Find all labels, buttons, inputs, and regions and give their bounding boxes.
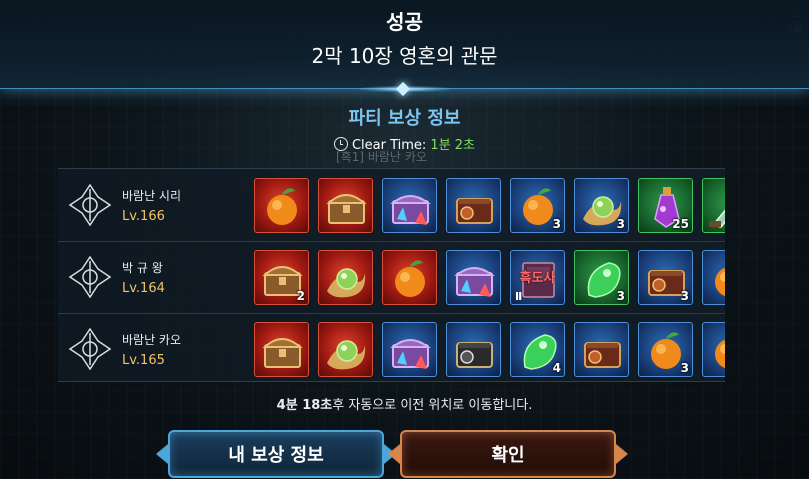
reward-item-slot[interactable]: 4 [510, 322, 565, 377]
button-left-ornament-icon [156, 444, 168, 464]
reward-item-slot[interactable] [574, 322, 629, 377]
treasure-chest-icon [262, 338, 303, 368]
auto-return-message: 4분 18초후 자동으로 이전 위치로 이동합니다. [0, 394, 809, 413]
reward-item-slot[interactable] [702, 250, 725, 305]
reward-item-slot[interactable] [318, 178, 373, 233]
reward-item-slot[interactable]: 2 [254, 250, 309, 305]
player-level: Lv.165 [122, 353, 165, 368]
reward-item-slot[interactable] [254, 178, 309, 233]
result-header: 성공 2막 10장 영혼의 관문 [0, 0, 809, 97]
class-emblem-icon [68, 183, 112, 227]
crystal-chest-icon [454, 267, 495, 297]
confirm-button[interactable]: 확인 [388, 430, 628, 478]
class-emblem-icon [68, 255, 112, 299]
ornate-chest-icon [456, 198, 493, 224]
reward-item-slot[interactable] [446, 178, 501, 233]
player-name: 바람난 카오 [122, 333, 182, 347]
confirm-label: 확인 [491, 445, 525, 466]
clock-icon [333, 137, 348, 151]
orange-fruit-icon [715, 339, 725, 369]
orange-fruit-icon [267, 188, 297, 225]
item-count: 25 [672, 217, 689, 231]
clear-time-value: 1분 2초 [430, 138, 476, 153]
reward-item-slot[interactable] [702, 322, 725, 377]
player-name: 박 규 왕 [122, 261, 163, 275]
auto-return-text: 후 자동으로 이전 위치로 이동합니다. [332, 398, 533, 413]
button-right-ornament-icon [616, 444, 628, 464]
reward-item-slot[interactable] [702, 178, 725, 233]
item-count: 3 [616, 289, 625, 303]
treasure-chest-icon [326, 194, 367, 224]
black-chest-icon [456, 342, 493, 368]
clear-time: Clear Time: 1분 2초 [0, 134, 809, 153]
stage-name: 2막 10장 영혼의 관문 [311, 44, 498, 68]
reward-item-slot[interactable]: 3 [510, 178, 565, 233]
item-count: 3 [616, 217, 625, 231]
crystal-chest-icon [390, 195, 431, 225]
player-reward-row: 박 규 왕 Lv.164 2 흑도사 Ⅱ 3 3 [58, 241, 725, 313]
item-count: 3 [680, 361, 689, 375]
my-rewards-label: 내 보상 정보 [228, 445, 324, 466]
crystal-chest-icon [390, 339, 431, 369]
my-rewards-button[interactable]: 내 보상 정보 [156, 430, 396, 478]
reward-item-slot[interactable] [254, 322, 309, 377]
reward-item-slot[interactable]: 3 [638, 322, 693, 377]
reward-item-slot[interactable] [318, 250, 373, 305]
reward-item-slot[interactable] [382, 178, 437, 233]
result-title: 성공 [386, 10, 423, 34]
skill-book-tier: Ⅱ [515, 290, 523, 303]
ornate-chest-icon [584, 342, 621, 368]
countdown-time: 4분 18초 [276, 398, 333, 413]
orange-fruit-icon [715, 267, 725, 297]
reward-item-slot[interactable] [446, 250, 501, 305]
green-orb-icon [327, 268, 366, 298]
item-count: 3 [680, 289, 689, 303]
player-level: Lv.164 [122, 281, 165, 296]
button-left-ornament-icon [388, 444, 400, 464]
green-orb-icon [327, 340, 366, 370]
reward-item-slot[interactable]: 흑도사 Ⅱ [510, 250, 565, 305]
item-count: 4 [552, 361, 561, 375]
blade-icon [709, 209, 725, 228]
reward-item-slot[interactable]: 3 [574, 250, 629, 305]
player-reward-row: 바람난 카오 Lv.165 4 3 [58, 313, 725, 381]
class-emblem-icon [68, 327, 112, 371]
item-count: 3 [552, 217, 561, 231]
reward-item-slot[interactable] [446, 322, 501, 377]
player-name: 바람난 시리 [122, 189, 182, 203]
reward-item-slot[interactable] [318, 322, 373, 377]
skill-book-label: 흑도사 [519, 271, 556, 286]
reward-item-slot[interactable]: 3 [574, 178, 629, 233]
reward-item-slot[interactable] [382, 250, 437, 305]
party-reward-panel: 바람난 시리 Lv.166 3 3 25 박 규 왕 Lv.164 2 흑도사 Ⅱ 3 3 바람난 카오… [58, 168, 725, 382]
clear-time-label: Clear Time: [351, 138, 427, 153]
reward-item-slot[interactable]: 25 [638, 178, 693, 233]
player-level: Lv.166 [122, 209, 165, 224]
item-count: 2 [296, 289, 305, 303]
reward-item-slot[interactable]: 3 [638, 250, 693, 305]
player-reward-row: 바람난 시리 Lv.166 3 3 25 [58, 169, 725, 241]
reward-item-slot[interactable] [382, 322, 437, 377]
orange-fruit-icon [395, 260, 425, 297]
party-reward-title: 파티 보상 정보 [348, 108, 461, 129]
